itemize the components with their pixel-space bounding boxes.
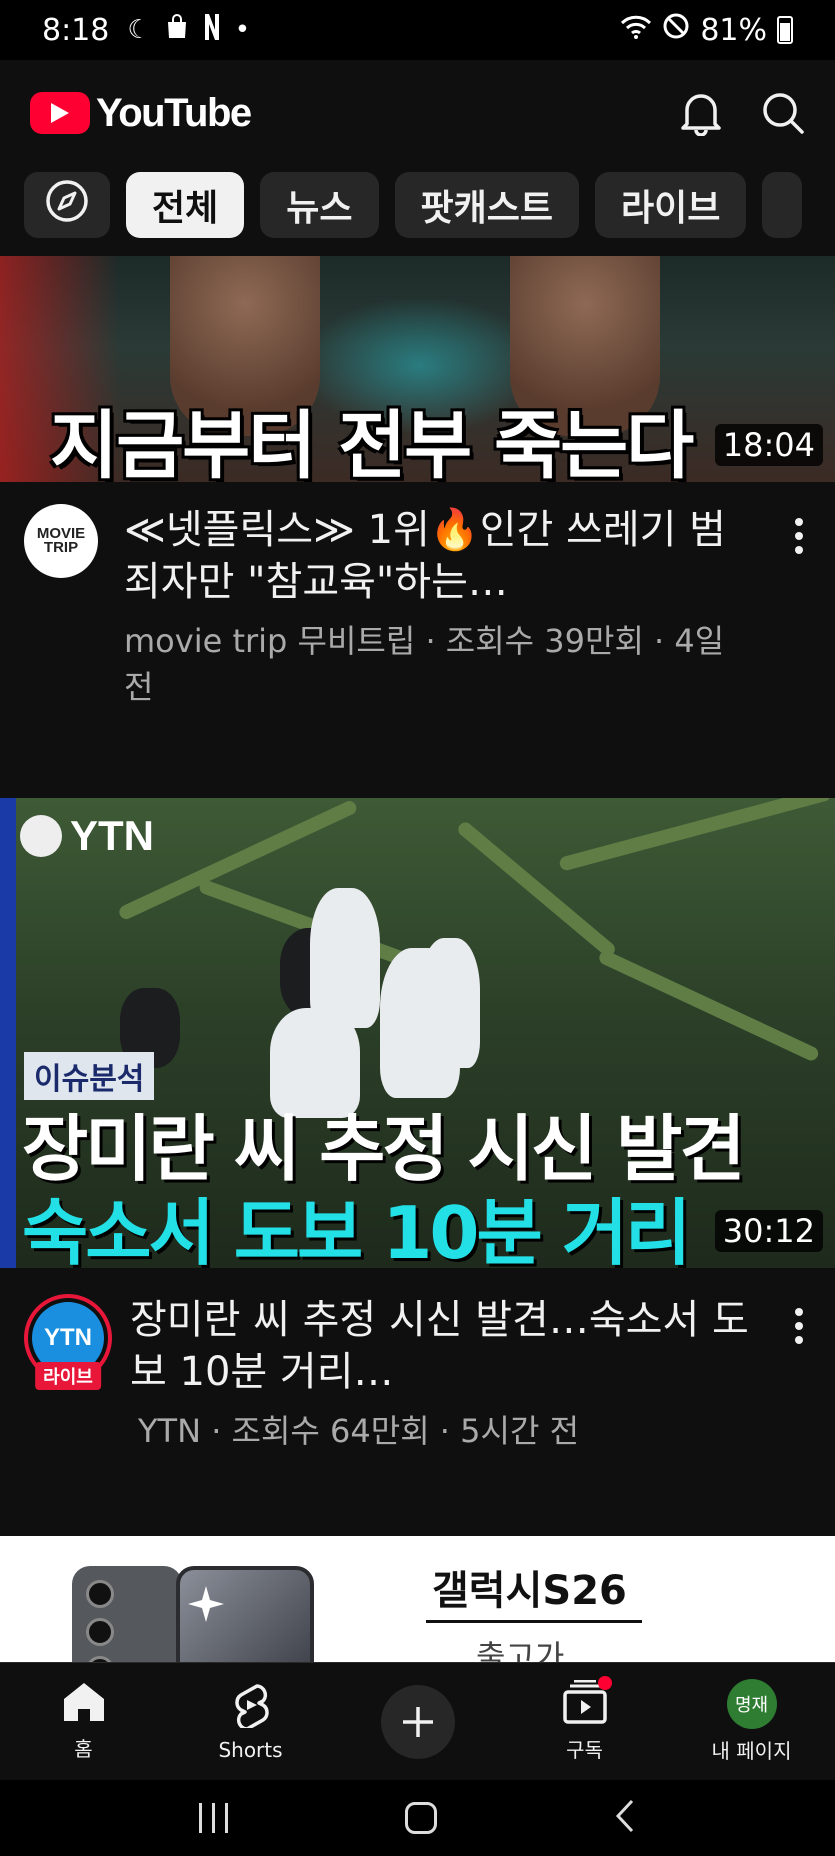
do-not-disturb-icon (662, 12, 690, 48)
notifications-bell-icon[interactable] (679, 90, 723, 136)
status-bar: 8:18 ☾ • 81% (0, 0, 835, 60)
phone-image (72, 1566, 182, 1662)
avatar: 명재 (726, 1679, 777, 1729)
video-thumbnail-2[interactable]: YTN 이슈분석 장미란 씨 추정 시신 발견 숙소서 도보 10분 거리 30… (0, 798, 835, 1268)
home-icon (62, 1681, 106, 1727)
subscriptions-icon (562, 1676, 612, 1728)
new-content-dot (597, 1676, 612, 1690)
video-thumbnail-1[interactable]: 지금부터 전부 죽는다 18:04 (0, 256, 835, 482)
channel-avatar[interactable]: YTN 라이브 (24, 1294, 112, 1390)
nav-shorts[interactable]: Shorts (167, 1663, 334, 1780)
chip-more[interactable] (762, 172, 803, 238)
nav-subscriptions[interactable]: 구독 (501, 1663, 668, 1780)
chip-all[interactable]: 전체 (126, 172, 245, 238)
thumbnail-subheadline: 숙소서 도보 10분 거리 (22, 1191, 691, 1268)
chip-podcast[interactable]: 팟캐스트 (394, 172, 579, 238)
ytn-channel-logo: YTN (20, 812, 154, 860)
ad-subtitle: 출고가 (476, 1638, 565, 1662)
logo-text: YouTube (96, 90, 252, 135)
netflix-icon (203, 13, 221, 47)
wifi-icon (620, 13, 652, 48)
app-header: YouTube (0, 60, 835, 166)
chip-live[interactable]: 라이브 (594, 172, 747, 238)
battery-percent: 81% (700, 12, 767, 48)
status-time: 8:18 (42, 12, 110, 48)
video-channel-views-age: YTN · 조회수 64만회 · 5시간 전 (138, 1412, 580, 1450)
notification-dot-icon: • (234, 15, 251, 45)
nav-home[interactable]: 홈 (0, 1663, 167, 1780)
system-navigation-bar (0, 1780, 835, 1856)
shorts-icon (231, 1682, 271, 1732)
live-badge: 라이브 (35, 1362, 101, 1390)
moon-icon: ☾ (127, 15, 151, 45)
explore-chip[interactable] (24, 172, 110, 238)
compass-icon (44, 178, 90, 233)
recent-apps-icon[interactable] (198, 1803, 228, 1833)
filter-chips: 전체 뉴스 팟캐스트 라이브 (0, 172, 835, 244)
create-plus-icon (380, 1684, 455, 1759)
ad-title: 갤럭시S26 (432, 1568, 627, 1614)
video-title[interactable]: 장미란 씨 추정 시신 발견…숙소서 도보 10분 거리… (130, 1294, 750, 1398)
more-options-icon[interactable] (793, 1308, 805, 1344)
nav-create[interactable] (334, 1663, 501, 1780)
shopping-bag-icon (165, 13, 189, 47)
bottom-navigation: 홈 Shorts 구독 명재 내 페이지 (0, 1662, 835, 1780)
video-title[interactable]: ≪넷플릭스≫ 1위🔥인간 쓰레기 범죄자만 "참교육"하는… (124, 504, 744, 608)
youtube-play-icon (30, 92, 90, 134)
back-icon[interactable] (614, 1798, 636, 1838)
ad-divider (426, 1620, 642, 1623)
youtube-logo[interactable]: YouTube (30, 90, 252, 136)
nav-me[interactable]: 명재 내 페이지 (668, 1663, 835, 1780)
video-meta-2: YTN 라이브 장미란 씨 추정 시신 발견…숙소서 도보 10분 거리… YT… (0, 1294, 835, 1454)
more-options-icon[interactable] (793, 518, 805, 554)
search-icon[interactable] (761, 91, 805, 135)
video-duration: 30:12 (714, 1210, 823, 1252)
home-button-icon[interactable] (404, 1802, 437, 1834)
chip-news[interactable]: 뉴스 (260, 172, 379, 238)
battery-icon (777, 16, 793, 44)
ad-banner[interactable]: 갤럭시S26 출고가 (0, 1536, 835, 1662)
phone-image (176, 1566, 314, 1662)
video-duration: 18:04 (714, 424, 823, 466)
thumbnail-caption: 지금부터 전부 죽는다 (50, 403, 694, 482)
video-channel-views-age: movie trip 무비트립 · 조회수 39만회 · 4일 전 (124, 622, 725, 706)
video-meta-1: MOVIE TRIP ≪넷플릭스≫ 1위🔥인간 쓰레기 범죄자만 "참교육"하는… (0, 504, 835, 710)
channel-avatar[interactable]: MOVIE TRIP (24, 504, 98, 578)
